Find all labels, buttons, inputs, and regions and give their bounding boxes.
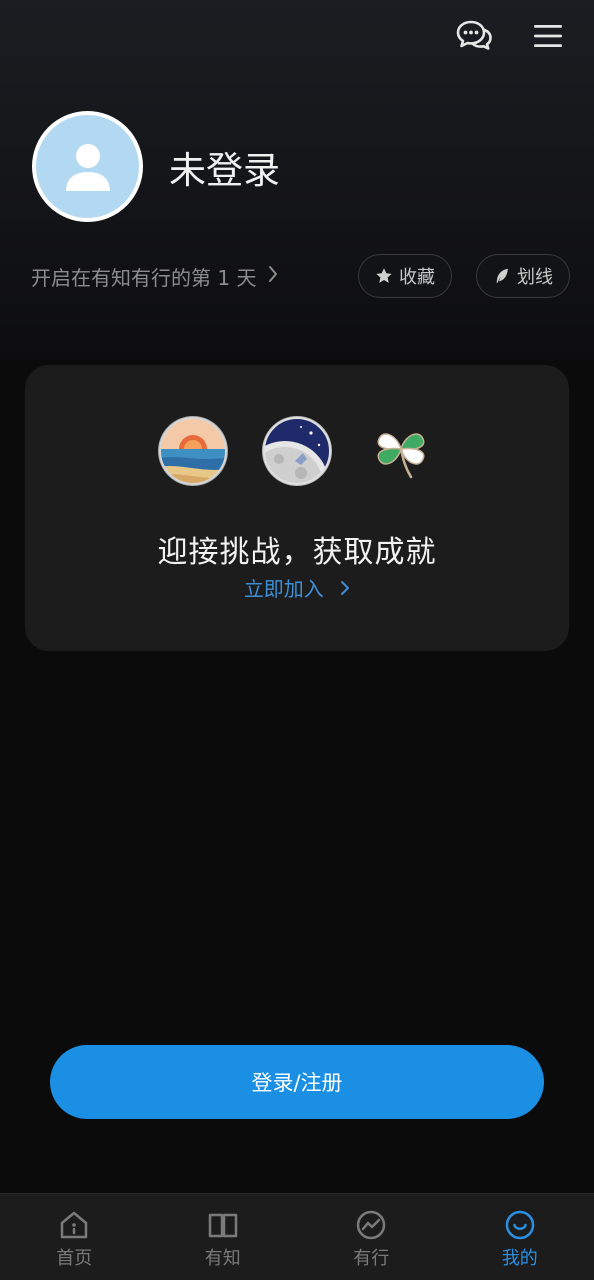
tab-mine[interactable]: 我的	[446, 1194, 594, 1280]
chevron-right-icon	[268, 264, 278, 288]
days-link[interactable]: 开启在有知有行的第 1 天	[31, 262, 278, 291]
clover-badge	[377, 433, 425, 479]
tab-action[interactable]: 有行	[297, 1194, 446, 1280]
favorites-label: 收藏	[399, 267, 435, 288]
bottom-tab-bar: 首页 有知 有行 我的	[0, 1193, 594, 1280]
achievement-card[interactable]: 迎接挑战，获取成就 立即加入	[25, 365, 569, 651]
feather-icon	[496, 268, 508, 283]
tab-mine-label: 我的	[501, 1248, 538, 1269]
join-now-link[interactable]: 立即加入	[25, 573, 569, 602]
tab-action-label: 有行	[353, 1248, 390, 1269]
username-label[interactable]: 未登录	[169, 140, 280, 194]
header-actions	[454, 16, 568, 56]
highlights-button[interactable]: 划线	[476, 254, 570, 298]
badge-row	[25, 415, 569, 487]
tab-knowledge-label: 有知	[204, 1248, 241, 1269]
home-icon	[61, 1211, 88, 1239]
profile-section: 未登录	[32, 111, 280, 222]
menu-icon[interactable]	[528, 16, 568, 56]
smile-icon	[505, 1210, 534, 1240]
profile-pills: 收藏 划线	[358, 254, 570, 298]
days-row: 开启在有知有行的第 1 天 收藏 划线	[31, 254, 570, 298]
trend-icon	[357, 1210, 386, 1240]
book-icon	[208, 1213, 237, 1238]
join-now-label: 立即加入	[243, 577, 324, 601]
tab-knowledge[interactable]: 有知	[149, 1194, 298, 1280]
sunset-badge	[158, 416, 228, 486]
chat-bubbles-icon[interactable]	[454, 16, 494, 56]
highlights-label: 划线	[517, 267, 553, 288]
chevron-right-icon	[340, 577, 350, 601]
achievement-title: 迎接挑战，获取成就	[157, 535, 437, 570]
favorites-button[interactable]: 收藏	[358, 254, 452, 298]
avatar[interactable]	[32, 111, 143, 222]
days-text: 开启在有知有行的第 1 天	[31, 265, 257, 290]
star-icon	[376, 268, 392, 283]
user-silhouette-icon	[65, 143, 110, 191]
tab-home[interactable]: 首页	[0, 1194, 149, 1280]
login-register-button[interactable]: 登录/注册	[50, 1045, 544, 1119]
tab-home-label: 首页	[56, 1248, 93, 1269]
moon-badge	[262, 416, 332, 486]
